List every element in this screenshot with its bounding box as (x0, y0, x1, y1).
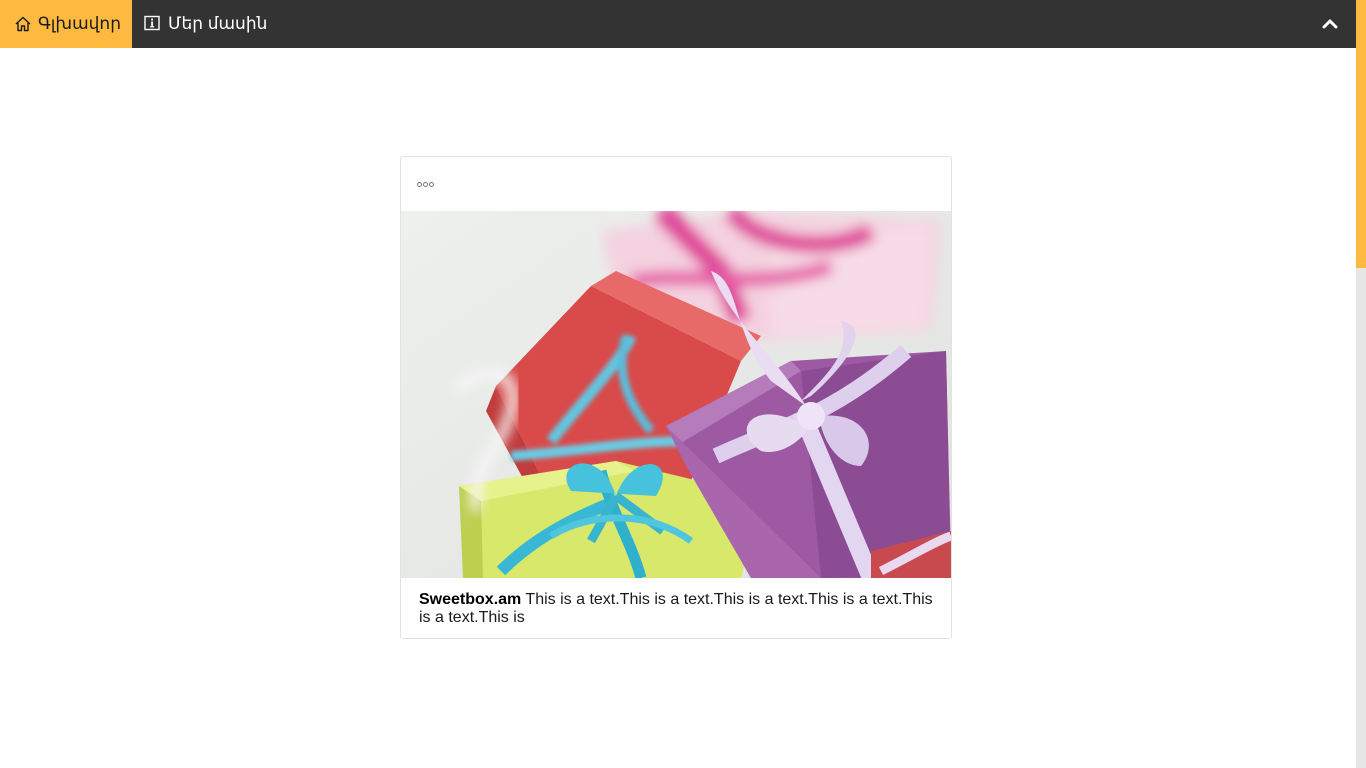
page-scrollbar[interactable] (1356, 0, 1366, 768)
post-card-header (401, 157, 951, 211)
nav-item-home-label: Գլխավոր (38, 14, 121, 33)
more-options-icon[interactable] (417, 181, 434, 187)
chevron-up-icon (1322, 18, 1338, 30)
scrollbar-thumb[interactable] (1356, 0, 1366, 268)
top-navigation-bar: Գլխավոր Մեր մասին (0, 0, 1356, 48)
info-icon (144, 15, 162, 33)
gift-boxes-photo (401, 211, 951, 578)
collapse-button[interactable] (1318, 12, 1342, 36)
nav-item-about[interactable]: Մեր մասին (132, 0, 283, 48)
post-caption: Sweetbox.am This is a text.This is a tex… (401, 578, 951, 627)
post-card: Sweetbox.am This is a text.This is a tex… (400, 156, 952, 639)
post-image (401, 211, 951, 578)
post-author[interactable]: Sweetbox.am (419, 591, 521, 608)
nav-item-home[interactable]: Գլխավոր (0, 0, 132, 48)
nav-item-about-label: Մեր մասին (168, 14, 268, 33)
home-icon (14, 15, 32, 33)
